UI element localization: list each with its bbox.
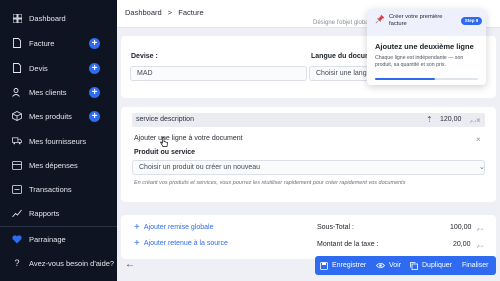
- sidebar-item-label: Rapports: [29, 208, 60, 218]
- close-add-line-icon[interactable]: ×: [476, 135, 481, 144]
- tour-title: Créer votre première facture: [389, 14, 443, 27]
- sidebar-item-clients[interactable]: Mes clients +: [0, 81, 117, 103]
- receipt-icon: [12, 160, 22, 170]
- breadcrumb-facture: Facture: [178, 8, 204, 17]
- devise-label: Devise :: [131, 53, 158, 60]
- line-item-row[interactable]: service description ⇡ 120,00 د.م: [132, 113, 485, 127]
- tag-icon: ⇡: [426, 115, 433, 124]
- copy-icon: [410, 261, 418, 270]
- add-devis-button[interactable]: +: [89, 62, 100, 74]
- eye-icon: [376, 262, 385, 269]
- sidebar-item-transactions[interactable]: Transactions: [0, 178, 117, 200]
- sidebar-item-label: Dashboard: [29, 13, 66, 23]
- totals-card: + Ajouter remise globale + Ajouter retenue…: [121, 215, 496, 259]
- add-withholding-label: Ajouter retenue à la source: [143, 240, 228, 247]
- add-withholding-link[interactable]: + Ajouter retenue à la source: [134, 238, 228, 249]
- add-produit-button[interactable]: +: [89, 110, 100, 122]
- plus-icon: +: [134, 222, 140, 233]
- question-icon: ?: [14, 258, 20, 268]
- hand-cursor-icon: [160, 137, 168, 147]
- finalize-label: Finaliser: [462, 262, 489, 269]
- sidebar: Dashboard Facture + Devis + Mes clients …: [0, 0, 117, 281]
- header-subtext: Désigne l'objet global: [313, 20, 370, 26]
- document-lines-card: service description ⇡ 120,00 د.م × Ajout…: [121, 107, 496, 202]
- product-select[interactable]: Choisir un produit ou créer un nouveau ⌄: [132, 160, 485, 175]
- sidebar-item-label: Transactions: [29, 184, 72, 194]
- add-global-discount-label: Ajouter remise globale: [143, 224, 214, 231]
- line-description[interactable]: service description: [136, 116, 194, 123]
- plus-icon: +: [134, 238, 140, 249]
- tour-body: Chaque ligne est indépendante — son prod…: [375, 55, 464, 68]
- sidebar-item-parrainage[interactable]: Parrainage: [0, 228, 117, 250]
- product-label: Produit ou service: [134, 149, 196, 156]
- save-button[interactable]: Enregistrer: [320, 256, 366, 275]
- sidebar-item-label: Mes produits: [29, 111, 72, 121]
- breadcrumb-dashboard[interactable]: Dashboard: [125, 8, 162, 17]
- tour-progress-bar: [375, 78, 478, 80]
- breadcrumb-separator: >: [167, 8, 173, 17]
- add-global-discount-link[interactable]: + Ajouter remise globale: [134, 222, 214, 233]
- sidebar-item-produits[interactable]: Mes produits +: [0, 105, 117, 127]
- sidebar-item-label: Devis: [29, 63, 48, 73]
- onboarding-tour-popup: Créer votre première facture Step 9 Ajou…: [367, 9, 486, 85]
- sidebar-item-label: Mes dépenses: [29, 160, 78, 170]
- sidebar-item-facture[interactable]: Facture +: [0, 32, 117, 54]
- duplicate-button[interactable]: Dupliquer: [410, 256, 452, 275]
- subtotal-label: Sous-Total :: [317, 224, 354, 231]
- sidebar-item-label: Mes clients: [29, 87, 67, 97]
- sidebar-item-devis[interactable]: Devis +: [0, 57, 117, 79]
- users-icon: [12, 87, 22, 97]
- sidebar-item-label: Facture: [29, 38, 55, 48]
- remove-line-icon[interactable]: ×: [476, 116, 481, 125]
- add-line-row[interactable]: Ajouter une ligne à votre document: [132, 131, 485, 145]
- box-icon: [12, 111, 22, 121]
- sidebar-item-depenses[interactable]: Mes dépenses: [0, 154, 117, 176]
- add-facture-button[interactable]: +: [89, 37, 100, 49]
- truck-icon: [12, 136, 22, 146]
- transactions-icon: [12, 184, 22, 194]
- line-amount: 120,00: [440, 116, 462, 123]
- breadcrumb: Dashboard > Facture: [125, 8, 208, 17]
- add-line-text[interactable]: Ajouter une ligne à votre document: [134, 135, 243, 142]
- view-label: Voir: [389, 262, 402, 269]
- finalize-button[interactable]: Finaliser: [462, 256, 488, 275]
- save-label: Enregistrer: [332, 262, 367, 269]
- add-client-button[interactable]: +: [89, 86, 100, 98]
- document-icon: [12, 63, 22, 73]
- action-bar: Enregistrer Voir Dupliquer Finaliser: [315, 256, 496, 275]
- sidebar-item-label: Avez-vous besoin d'aide?: [29, 258, 115, 268]
- tour-progress-fill: [375, 78, 435, 80]
- subtotal-value: 100,00: [450, 224, 472, 231]
- tour-step-badge: Step 9: [461, 17, 482, 25]
- duplicate-label: Dupliquer: [422, 262, 452, 269]
- grid-icon: [12, 13, 22, 23]
- sidebar-item-help[interactable]: ? Avez-vous besoin d'aide?: [0, 252, 117, 274]
- document-icon: [12, 38, 22, 48]
- save-icon: [320, 261, 328, 270]
- view-button[interactable]: Voir: [376, 256, 401, 275]
- sidebar-item-label: Parrainage: [29, 234, 66, 244]
- chart-icon: [12, 208, 22, 218]
- sidebar-item-dashboard[interactable]: Dashboard: [0, 7, 117, 29]
- sidebar-divider: [0, 226, 117, 227]
- devise-select[interactable]: MAD: [130, 66, 307, 81]
- sidebar-item-rapports[interactable]: Rapports: [0, 202, 117, 224]
- back-arrow-icon[interactable]: ←: [125, 259, 135, 270]
- tax-currency: د.م: [477, 243, 484, 248]
- tour-heading: Ajoutez une deuxième ligne: [375, 42, 474, 51]
- product-hint: En créant vos produits et services, vous…: [134, 180, 406, 186]
- tax-value: 20,00: [453, 241, 471, 248]
- product-select-value: Choisir un produit ou créer un nouveau: [139, 164, 261, 171]
- pushpin-icon: [375, 14, 385, 24]
- tax-label: Montant de la taxe :: [317, 241, 379, 248]
- chevron-down-icon: ⌄: [479, 164, 485, 171]
- sidebar-item-fournisseurs[interactable]: Mes fournisseurs: [0, 130, 117, 152]
- sidebar-item-label: Mes fournisseurs: [29, 136, 87, 146]
- subtotal-currency: د.م: [477, 226, 484, 231]
- heart-icon: [12, 234, 22, 244]
